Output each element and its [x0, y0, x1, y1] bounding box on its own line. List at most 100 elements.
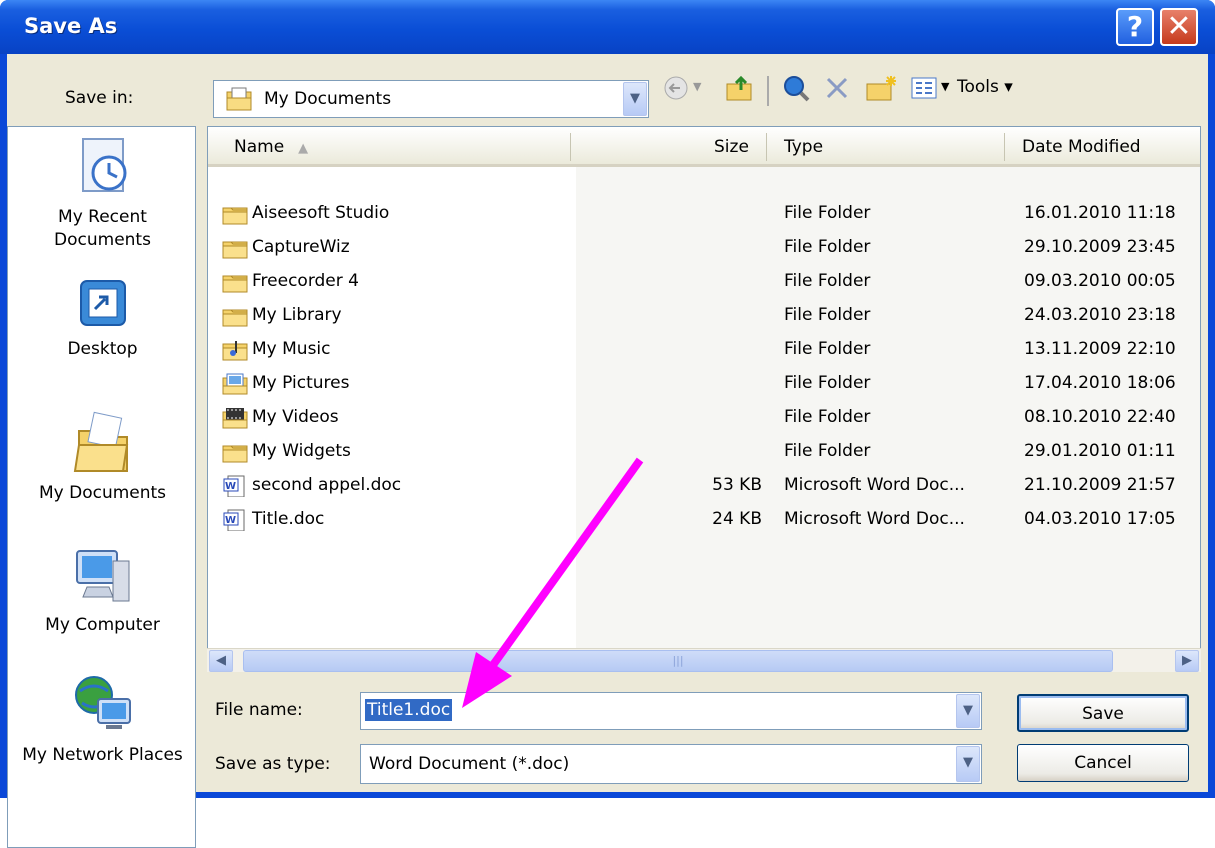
file-date: 29.10.2009 23:45 [1024, 237, 1176, 257]
save-in-value: My Documents [264, 89, 392, 109]
file-type: File Folder [784, 237, 871, 257]
scroll-right-button[interactable]: ▶ [1175, 650, 1199, 672]
videos-folder-icon [222, 408, 248, 429]
back-icon[interactable] [662, 74, 690, 102]
help-button[interactable]: ? [1116, 8, 1154, 46]
column-date-header[interactable]: Date Modified [1022, 137, 1141, 157]
file-row[interactable]: Wsecond appel.doc 53 KB Microsoft Word Doc… [208, 469, 1200, 503]
column-name-header[interactable]: Name ▲ [234, 137, 308, 157]
tools-menu[interactable]: Tools ▾ [957, 77, 1013, 97]
my-computer-icon [75, 550, 129, 602]
save-button[interactable]: Save [1017, 694, 1189, 732]
file-date: 24.03.2010 23:18 [1024, 305, 1176, 325]
back-dropdown-icon[interactable]: ▼ [693, 80, 701, 93]
file-name: My Videos [252, 407, 339, 427]
file-type: File Folder [784, 305, 871, 325]
file-row[interactable]: Freecorder 4 File Folder 09.03.2010 00:05 [208, 265, 1200, 299]
file-name: Freecorder 4 [252, 271, 359, 291]
title-bar[interactable]: Save As ? ✕ [0, 0, 1215, 54]
cancel-button[interactable]: Cancel [1017, 744, 1189, 782]
place-desktop-label: Desktop [67, 339, 138, 359]
column-type-header[interactable]: Type [784, 137, 823, 157]
save-as-type-select[interactable]: Word Document (*.doc) ▼ [360, 744, 982, 784]
save-as-dialog: Save As ? ✕ Save in: My Documents ▼ ▼ ▼ … [0, 0, 1215, 848]
tools-menu-label: Tools [957, 77, 999, 97]
folder-icon [222, 241, 248, 259]
save-in-label: Save in: [65, 88, 134, 108]
file-row[interactable]: My Pictures File Folder 17.04.2010 18:06 [208, 367, 1200, 401]
file-row[interactable]: My Widgets File Folder 29.01.2010 01:11 [208, 435, 1200, 469]
place-network-places[interactable]: My Network Places [8, 673, 197, 767]
file-name-label: File name: [215, 700, 303, 720]
file-row[interactable]: My Videos File Folder 08.10.2010 22:40 [208, 401, 1200, 435]
place-desktop[interactable]: Desktop [8, 275, 197, 361]
scroll-thumb[interactable]: ||| [243, 650, 1113, 672]
list-header: Name ▲ Size Type Date Modified [208, 127, 1200, 167]
views-dropdown-icon[interactable]: ▼ [941, 80, 949, 93]
place-my-documents[interactable]: My Documents [8, 409, 197, 505]
file-name: Aiseesoft Studio [252, 203, 390, 223]
close-button[interactable]: ✕ [1160, 8, 1198, 46]
folder-icon [222, 445, 248, 463]
file-row[interactable]: CaptureWiz File Folder 29.10.2009 23:45 [208, 231, 1200, 265]
file-date: 08.10.2010 22:40 [1024, 407, 1176, 427]
file-name-field[interactable]: Title1.doc ▼ [360, 692, 982, 730]
save-as-type-dropdown-button[interactable]: ▼ [956, 746, 980, 782]
column-size-header[interactable]: Size [714, 137, 749, 157]
column-name-label: Name [234, 137, 285, 157]
folder-icon [222, 309, 248, 327]
file-name: My Widgets [252, 441, 351, 461]
file-row[interactable]: My Library File Folder 24.03.2010 23:18 [208, 299, 1200, 333]
file-type: File Folder [784, 373, 871, 393]
file-row[interactable]: My Music File Folder 13.11.2009 22:10 [208, 333, 1200, 367]
word-doc-icon: W [223, 509, 245, 531]
file-date: 16.01.2010 11:18 [1024, 203, 1176, 223]
places-bar: My Recent Documents Desktop My Documents [7, 126, 196, 848]
folder-icon [222, 207, 248, 225]
file-row[interactable]: Aiseesoft Studio File Folder 16.01.2010 11… [208, 197, 1200, 231]
word-doc-icon: W [223, 475, 245, 497]
pictures-folder-icon [222, 373, 248, 395]
scroll-left-button[interactable]: ◀ [209, 650, 233, 672]
file-type: File Folder [784, 407, 871, 427]
recent-documents-icon [81, 138, 126, 192]
place-my-computer[interactable]: My Computer [8, 545, 197, 637]
sort-ascending-icon: ▲ [298, 141, 309, 156]
window-title: Save As [24, 14, 118, 38]
my-documents-small-icon [226, 87, 252, 111]
svg-text:W: W [225, 481, 236, 492]
file-type: File Folder [784, 339, 871, 359]
save-in-combo[interactable]: My Documents ▼ [213, 80, 649, 118]
folder-icon [222, 275, 248, 293]
save-in-dropdown-button[interactable]: ▼ [623, 82, 647, 116]
file-date: 04.03.2010 17:05 [1024, 509, 1176, 529]
place-recent-documents[interactable]: My Recent Documents [8, 135, 197, 252]
views-icon[interactable] [909, 74, 939, 102]
my-documents-icon [73, 411, 128, 472]
delete-icon[interactable] [823, 74, 851, 102]
file-date: 29.01.2010 01:11 [1024, 441, 1176, 461]
place-recent-documents-label: My Recent Documents [54, 207, 151, 250]
new-folder-icon[interactable] [865, 74, 897, 102]
column-separator [1004, 133, 1005, 161]
horizontal-scrollbar[interactable]: ◀ ||| ▶ [207, 648, 1201, 672]
music-folder-icon [222, 341, 248, 361]
file-name-dropdown-button[interactable]: ▼ [956, 694, 980, 728]
desktop-icon [79, 280, 126, 326]
column-separator [570, 133, 571, 161]
file-date: 13.11.2009 22:10 [1024, 339, 1176, 359]
file-name: CaptureWiz [252, 237, 350, 257]
svg-text:W: W [225, 515, 236, 526]
save-as-type-label: Save as type: [215, 754, 331, 774]
file-name: Title.doc [252, 509, 325, 529]
save-as-type-value: Word Document (*.doc) [369, 754, 570, 774]
search-web-icon[interactable] [781, 74, 811, 102]
file-row[interactable]: W Title.doc 24 KB Microsoft Word Doc... 04.0… [208, 503, 1200, 537]
file-type: Microsoft Word Doc... [784, 509, 965, 529]
file-list[interactable]: Name ▲ Size Type Date Modified Aiseesoft … [207, 126, 1201, 672]
file-date: 21.10.2009 21:57 [1024, 475, 1176, 495]
file-name: My Pictures [252, 373, 350, 393]
file-date: 17.04.2010 18:06 [1024, 373, 1176, 393]
up-folder-icon[interactable] [725, 74, 755, 102]
place-my-documents-label: My Documents [38, 483, 167, 503]
